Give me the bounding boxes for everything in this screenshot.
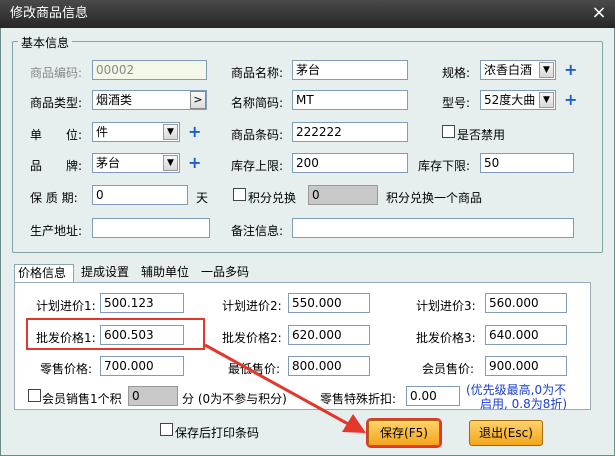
plan-price-3-input[interactable]: 560.000 [485, 293, 567, 313]
stock-lower-label: 库存下限: [418, 159, 471, 173]
wholesale-price-3-label: 批发价格3: [416, 331, 476, 345]
discount-note-line-1: (优先级最高,0为不 [466, 383, 567, 397]
discount-note-line-2: 启用, 0.8为8折) [480, 397, 568, 411]
barcode-label: 商品条码: [231, 128, 284, 142]
stock-upper-label: 库存上限: [231, 159, 284, 173]
plan-price-2-input[interactable]: 550.000 [288, 293, 370, 313]
plan-price-1-input[interactable]: 500.123 [100, 293, 184, 313]
points-exchange-label: 积分兑换 [248, 191, 297, 205]
retail-price-input[interactable]: 700.000 [100, 356, 184, 376]
brand-select-value: 茅台 [96, 156, 121, 170]
shelf-life-label: 保 质 期: [30, 191, 78, 205]
special-discount-label: 零售特殊折扣: [320, 392, 397, 406]
wholesale-price-2-input[interactable]: 620.000 [288, 325, 370, 345]
window-title: 修改商品信息 [10, 6, 89, 21]
special-discount-input[interactable]: 0.00 [406, 386, 460, 406]
brand-label: 品 牌: [30, 159, 83, 173]
remark-input[interactable] [292, 218, 574, 238]
shelf-life-unit: 天 [196, 191, 209, 205]
stock-lower-input[interactable]: 50 [480, 153, 574, 173]
model-select-value: 52度大曲 [484, 93, 536, 107]
disabled-checkbox[interactable] [442, 125, 455, 138]
origin-input[interactable] [92, 218, 210, 238]
spec-select[interactable]: 浓香白酒 ▼ [480, 60, 556, 80]
chevron-right-icon: > [193, 93, 203, 106]
basic-info-legend: 基本信息 [18, 34, 73, 51]
retail-price-label: 零售价格: [40, 362, 93, 376]
exit-button[interactable]: 退出(Esc) [469, 420, 543, 446]
tab-commission[interactable]: 提成设置 [78, 264, 136, 282]
tab-aux-unit[interactable]: 辅助单位 [138, 264, 196, 282]
wholesale-price-2-label: 批发价格2: [222, 331, 282, 345]
points-exchange-checkbox[interactable] [233, 188, 246, 201]
close-icon: × [591, 2, 607, 23]
product-type-label: 商品类型: [30, 96, 83, 110]
chevron-down-icon: ▼ [539, 92, 554, 108]
plan-price-3-label: 计划进价3: [416, 299, 476, 313]
product-code-label: 商品编码: [30, 66, 83, 80]
add-model-plus-icon[interactable]: + [564, 92, 577, 108]
member-points-note: 分 (0为不参与积分) [182, 392, 287, 406]
save-button[interactable]: 保存(F5) [368, 420, 440, 446]
tab-multi-barcode[interactable]: 一品多码 [198, 264, 260, 282]
points-exchange-input: 0 [308, 185, 378, 205]
shelf-life-input[interactable]: 0 [92, 185, 188, 205]
add-unit-plus-icon[interactable]: + [188, 124, 201, 140]
short-code-label: 名称简码: [231, 96, 284, 110]
member-price-label: 会员售价: [422, 362, 475, 376]
wholesale-price-3-input[interactable]: 640.000 [485, 325, 567, 345]
disabled-label: 是否禁用 [457, 128, 506, 142]
plan-price-2-label: 计划进价2: [222, 299, 282, 313]
unit-select[interactable]: 件 ▼ [92, 122, 180, 142]
min-price-input[interactable]: 800.000 [288, 356, 370, 376]
remark-label: 备注信息: [231, 224, 284, 238]
stock-upper-input[interactable]: 200 [292, 153, 408, 173]
add-spec-plus-icon[interactable]: + [564, 62, 577, 78]
unit-select-value: 件 [96, 125, 109, 139]
min-price-label: 最低售价: [228, 362, 281, 376]
model-label: 型号: [442, 96, 471, 110]
product-type-picker-button[interactable]: > [190, 91, 206, 109]
spec-label: 规格: [442, 66, 471, 80]
spec-select-value: 浓香白酒 [484, 63, 533, 77]
member-points-input: 0 [128, 386, 178, 406]
plan-price-1-label: 计划进价1: [36, 299, 96, 313]
unit-label: 单 位: [30, 128, 83, 142]
brand-select[interactable]: 茅台 ▼ [92, 153, 180, 173]
print-barcode-label: 保存后打印条码 [175, 426, 260, 440]
print-barcode-checkbox[interactable] [160, 423, 173, 436]
model-select[interactable]: 52度大曲 ▼ [480, 90, 556, 110]
short-code-input[interactable]: MT [292, 90, 408, 110]
member-price-input[interactable]: 900.000 [485, 356, 567, 376]
wholesale-price-highlight [26, 318, 205, 350]
member-points-label: 会员销售1个积 [42, 392, 122, 406]
barcode-input[interactable]: 222222 [292, 122, 408, 142]
chevron-down-icon: ▼ [539, 62, 554, 78]
close-button[interactable]: × [589, 4, 609, 24]
add-brand-plus-icon[interactable]: + [188, 155, 201, 171]
member-points-checkbox[interactable] [28, 389, 41, 402]
chevron-down-icon: ▼ [163, 124, 178, 140]
points-exchange-suffix: 积分兑换一个商品 [386, 191, 483, 205]
product-code-input: 00002 [92, 60, 207, 80]
product-name-input[interactable]: 茅台 [292, 60, 408, 80]
window-titlebar: 修改商品信息 × [0, 0, 615, 28]
tab-price-info[interactable]: 价格信息 [14, 264, 74, 282]
product-type-value: 烟酒类 [96, 93, 133, 107]
product-name-label: 商品名称: [231, 66, 284, 80]
origin-label: 生产地址: [30, 224, 83, 238]
chevron-down-icon: ▼ [163, 155, 178, 171]
